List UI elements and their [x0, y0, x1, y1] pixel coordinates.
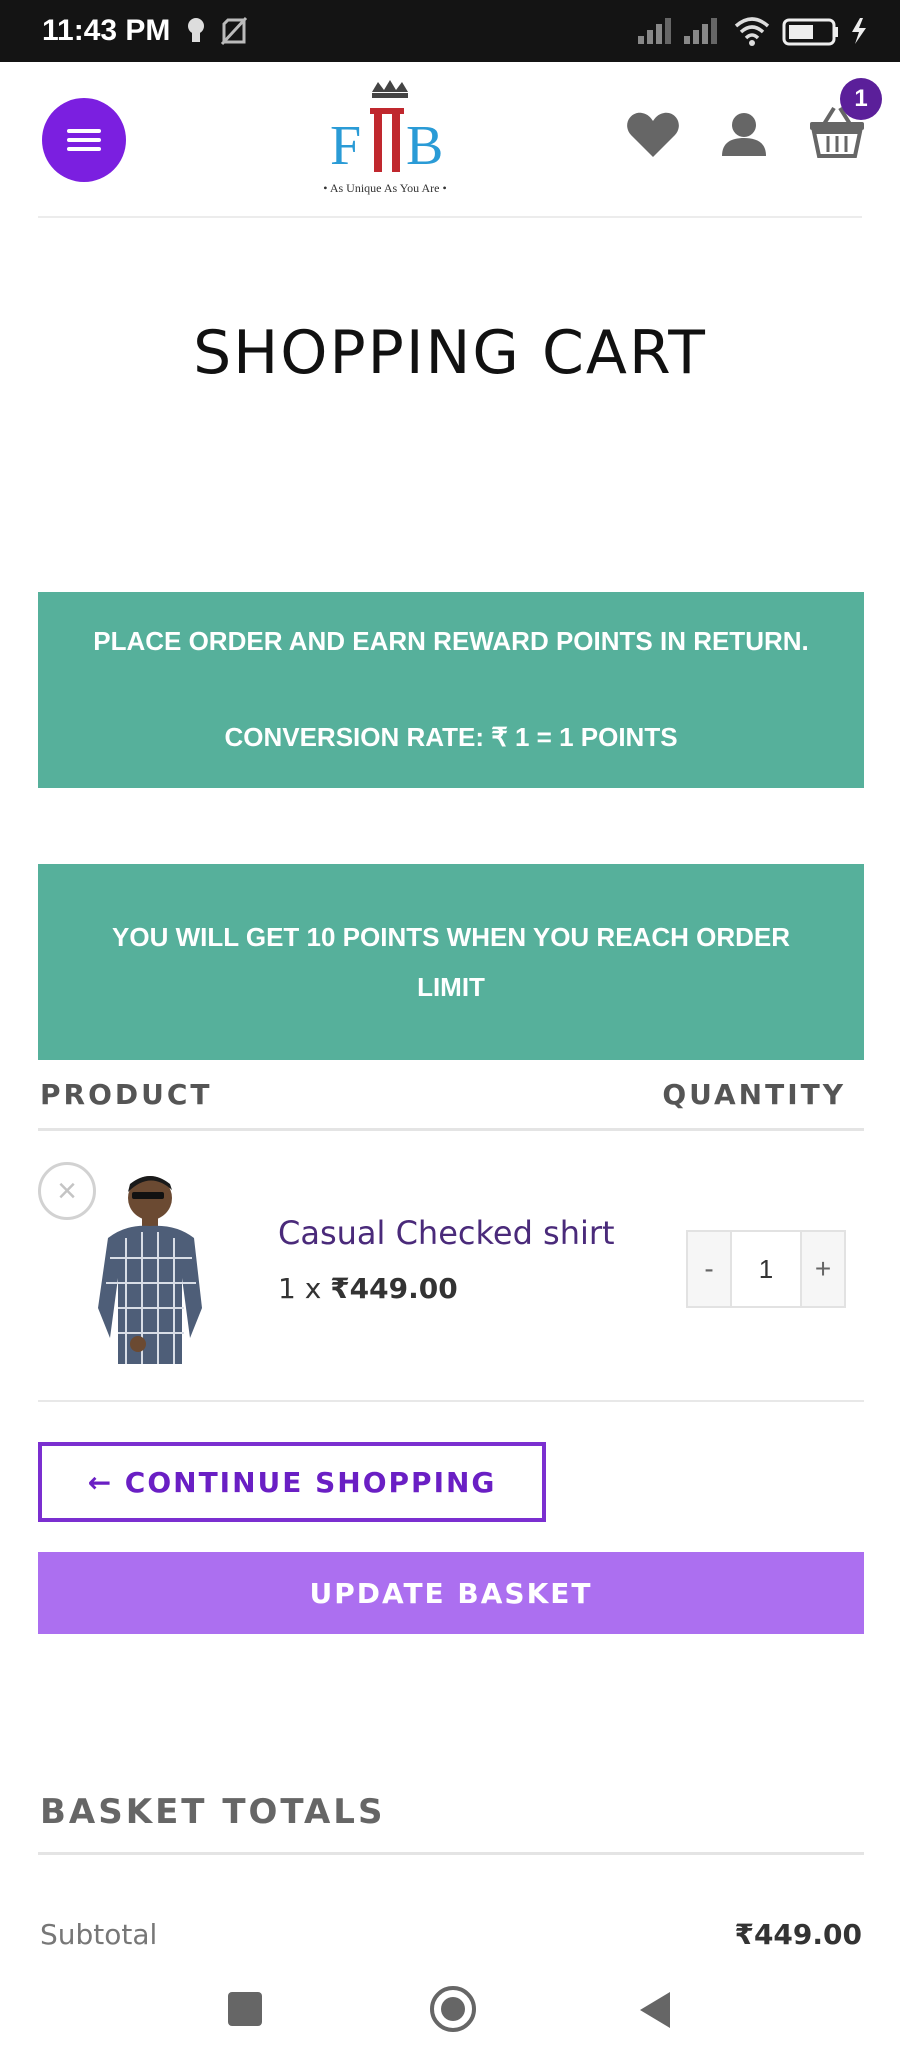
- notification-icon: [188, 18, 204, 42]
- heart-icon[interactable]: [626, 111, 680, 159]
- signal-icon: [638, 18, 671, 44]
- points-notice: YOU WILL GET 10 POINTS WHEN YOU REACH OR…: [38, 864, 864, 1060]
- continue-shopping-button[interactable]: ← CONTINUE SHOPPING: [38, 1442, 546, 1522]
- basket-totals-title: BASKET TOTALS: [40, 1792, 386, 1832]
- reward-notice-line1: PLACE ORDER AND EARN REWARD POINTS IN RE…: [93, 626, 809, 656]
- wifi-icon: [734, 17, 770, 46]
- logo-letter-b: B: [406, 115, 443, 177]
- sim-off-icon: [220, 16, 248, 46]
- cart-button[interactable]: 1: [808, 78, 882, 163]
- user-icon[interactable]: [720, 112, 768, 158]
- quantity-increase-button[interactable]: +: [800, 1232, 844, 1306]
- status-bar: 11:43 PM: [0, 0, 900, 62]
- row-divider: [38, 1400, 864, 1402]
- signal-icon: [684, 18, 717, 44]
- quantity-stepper: - 1 +: [686, 1230, 846, 1308]
- logo-letter-f: F: [330, 115, 361, 177]
- table-divider: [38, 1128, 864, 1131]
- battery-icon: [782, 18, 838, 46]
- app-header: F B • As Unique As You Are • 1: [0, 62, 900, 218]
- product-thumbnail[interactable]: [86, 1168, 216, 1368]
- product-name-link[interactable]: Casual Checked shirt: [278, 1214, 615, 1252]
- navigation-bar: [0, 1950, 900, 2066]
- totals-divider: [38, 1852, 864, 1855]
- column-header-product: PRODUCT: [40, 1078, 213, 1111]
- product-price: 1 x ₹449.00: [278, 1272, 458, 1305]
- status-right-icons: [638, 14, 878, 48]
- brand-logo[interactable]: F B • As Unique As You Are •: [280, 78, 490, 202]
- points-notice-text: YOU WILL GET 10 POINTS WHEN YOU REACH OR…: [112, 922, 790, 1002]
- header-divider: [38, 216, 862, 218]
- logo-tagline: • As Unique As You Are •: [323, 181, 446, 195]
- product-price-amount: ₹449.00: [330, 1272, 458, 1305]
- recent-apps-icon[interactable]: [228, 1992, 262, 2026]
- cart-count-badge: 1: [840, 78, 882, 120]
- home-icon[interactable]: [428, 1984, 478, 2034]
- header-icons: 1: [626, 78, 882, 163]
- product-qty-prefix: 1 x: [278, 1272, 331, 1305]
- conversion-rate-text: CONVERSION RATE: ₹ 1 = 1 POINTS: [224, 722, 678, 752]
- status-time: 11:43 PM: [42, 14, 171, 47]
- column-header-quantity: QUANTITY: [662, 1078, 846, 1111]
- subtotal-label: Subtotal: [40, 1918, 158, 1951]
- menu-button[interactable]: [42, 98, 126, 182]
- back-icon[interactable]: [636, 1990, 672, 2030]
- quantity-input[interactable]: 1: [732, 1232, 800, 1306]
- page-title: SHOPPING CART: [193, 318, 707, 388]
- reward-notice: PLACE ORDER AND EARN REWARD POINTS IN RE…: [38, 592, 864, 788]
- hamburger-icon: [67, 129, 101, 151]
- status-left-icons: [184, 16, 254, 51]
- crown-icon: [372, 80, 408, 98]
- subtotal-value: ₹449.00: [734, 1918, 862, 1951]
- quantity-decrease-button[interactable]: -: [688, 1232, 732, 1306]
- charging-icon: [852, 18, 866, 44]
- update-basket-button[interactable]: UPDATE BASKET: [38, 1552, 864, 1634]
